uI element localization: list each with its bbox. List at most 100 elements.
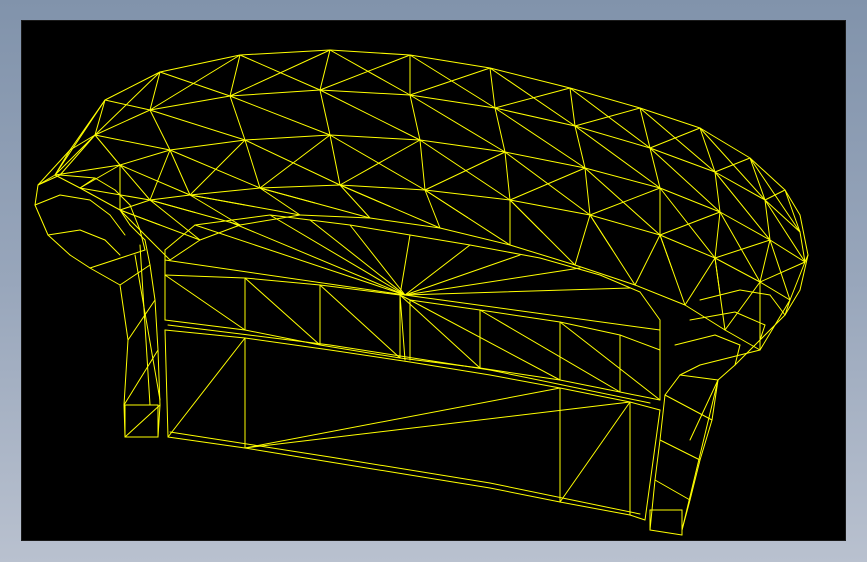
right-arm-edge — [659, 439, 701, 461]
backrest-row — [94, 109, 151, 136]
right-arm-edge — [654, 439, 661, 481]
backrest-row — [759, 281, 791, 301]
left-arm-roll — [89, 199, 111, 216]
backrest-row — [439, 227, 511, 246]
seat-fold — [164, 259, 406, 296]
backrest-mesh — [569, 87, 576, 127]
base-diagonal — [244, 387, 561, 449]
right-arm-edge — [679, 374, 719, 381]
right-arm-edge — [664, 374, 681, 396]
base-bottom-highlight — [489, 482, 641, 515]
right-arm-roll — [739, 289, 771, 296]
right-arm-edge — [681, 379, 719, 531]
left-arm-edge — [34, 184, 39, 206]
seat-cushion-front — [244, 277, 321, 286]
base-bottom-highlight — [169, 431, 331, 458]
seat-cushion-front — [619, 334, 661, 351]
left-arm-edge — [34, 204, 49, 236]
right-arm-edge — [699, 354, 741, 366]
backrest-mesh — [409, 94, 506, 153]
seat-fold — [269, 214, 406, 296]
right-arm-edge — [654, 479, 691, 501]
backrest-mesh — [584, 167, 591, 216]
seat-cushion-back — [639, 291, 661, 321]
backrest-mesh — [714, 239, 771, 259]
backrest-mesh — [149, 109, 246, 141]
backrest-mesh — [649, 127, 701, 149]
right-arm-edge — [717, 364, 736, 381]
backrest-mesh — [659, 234, 673, 271]
seat-cushion-face — [409, 299, 561, 381]
backrest-mesh — [714, 157, 751, 173]
left-arm-edge — [127, 299, 156, 341]
backrest-mesh — [339, 184, 371, 219]
left-arm-edge — [119, 264, 151, 286]
backrest-row — [724, 329, 761, 351]
base-diagonal — [244, 401, 631, 449]
model-viewport[interactable] — [21, 20, 846, 541]
seat-fold — [349, 224, 406, 296]
backrest-mesh — [329, 134, 341, 186]
backrest-mesh — [94, 71, 161, 136]
seat-cushion-front — [409, 299, 481, 311]
backrest-mesh — [424, 151, 506, 191]
backrest-row — [329, 134, 421, 141]
backrest-row — [714, 171, 766, 201]
seat-cushion-face — [479, 309, 621, 393]
backrest-mesh — [319, 49, 331, 91]
left-arm-edge — [79, 177, 96, 189]
backrest-mesh — [714, 171, 771, 241]
backrest-mesh — [229, 95, 331, 136]
backrest-mesh — [409, 94, 421, 141]
backrest-row — [339, 184, 426, 191]
backrest-mesh — [494, 107, 506, 153]
backrest-row — [494, 107, 576, 127]
seat-fold — [229, 221, 406, 296]
backrest-mesh — [509, 167, 586, 201]
right-arm-edge — [699, 419, 713, 461]
base-bottom-edge — [559, 501, 631, 516]
seat-cushion-front — [164, 274, 246, 279]
backrest-mesh — [259, 187, 316, 204]
left-arm-roll — [114, 189, 131, 206]
right-arm-edge — [689, 459, 701, 501]
backrest-row — [574, 264, 636, 286]
backrest-mesh — [244, 139, 261, 189]
left-arm-roll — [59, 174, 96, 179]
backrest-mesh — [149, 109, 171, 151]
left-arm-edge — [144, 239, 151, 266]
seat-cushion-face — [619, 391, 661, 401]
backrest-mesh — [419, 139, 426, 191]
left-arm-roll — [104, 239, 121, 256]
backrest-mesh — [244, 139, 341, 186]
left-arm-edge — [89, 267, 121, 286]
seat-fold — [404, 294, 661, 331]
backrest-row — [259, 184, 341, 189]
backrest-mesh — [634, 234, 661, 286]
backrest-mesh — [329, 49, 411, 96]
backrest-row — [119, 149, 171, 166]
seat-fold — [404, 287, 631, 296]
base-side — [164, 329, 169, 438]
backrest-mesh — [229, 95, 246, 141]
base-top-highlight — [167, 324, 331, 346]
left-arm-roll — [109, 214, 126, 236]
seat-fold — [404, 267, 581, 296]
backrest-row — [239, 214, 301, 226]
left-arm-edge — [154, 299, 159, 351]
right-arm-edge — [649, 479, 656, 531]
backrest-mesh — [119, 209, 171, 261]
base-bottom-edge — [167, 436, 246, 449]
backrest-row — [769, 239, 806, 263]
backrest-row — [419, 139, 506, 153]
backrest-mesh — [319, 89, 421, 141]
backrest-row — [509, 199, 591, 216]
backrest-row — [409, 54, 491, 69]
backrest-mesh — [159, 71, 231, 97]
backrest-row — [574, 125, 651, 149]
seat-split — [399, 234, 411, 296]
seat-cushion-front — [319, 284, 401, 296]
right-arm-edge — [659, 394, 666, 441]
right-arm-roll — [674, 334, 716, 346]
seat-cushion-face — [244, 277, 321, 346]
